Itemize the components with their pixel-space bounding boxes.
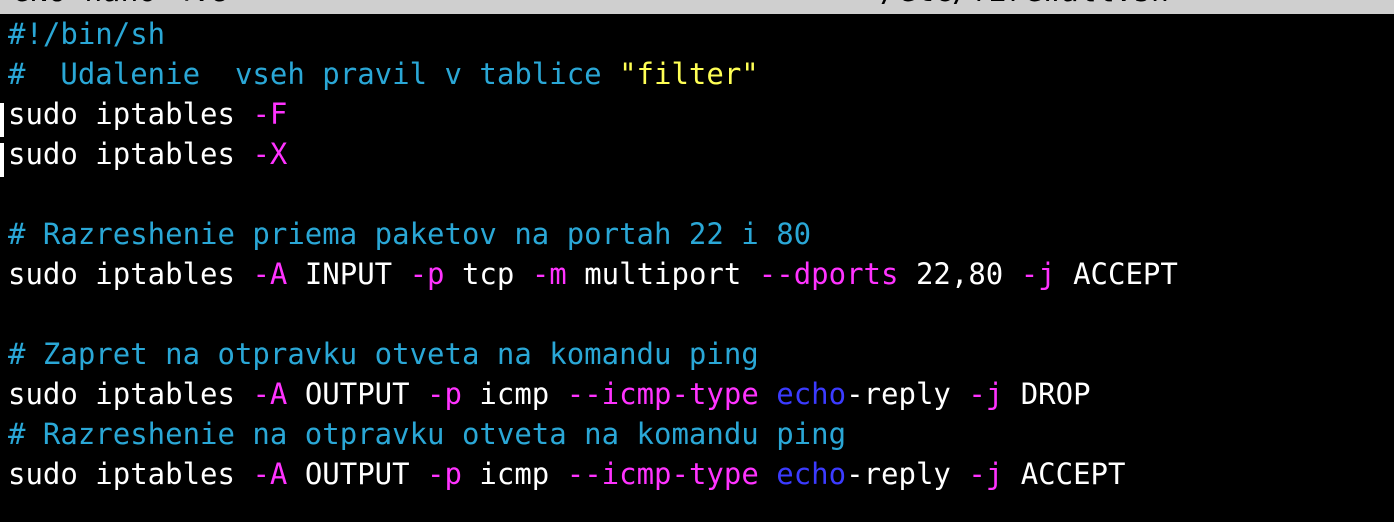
comment-text: # Zapret na otpravku otveta na komandu p… xyxy=(8,337,759,371)
option-flag: -p xyxy=(409,257,445,291)
option-flag: -X xyxy=(252,137,288,171)
editor-version-label: GNU nano 4.8 xyxy=(12,0,229,12)
line-marker xyxy=(0,143,4,177)
option-flag: -F xyxy=(252,97,288,131)
code-line: # Zapret na otpravku otveta na komandu p… xyxy=(8,334,759,374)
code-line: sudo iptables -F xyxy=(8,94,287,134)
code-line: sudo iptables -A OUTPUT -p icmp --icmp-t… xyxy=(8,454,1125,494)
code-text: OUTPUT xyxy=(287,377,428,411)
file-path-label: /etc/firewall.sh xyxy=(880,0,1169,12)
option-flag: -A xyxy=(252,257,288,291)
code-line: # Razreshenie priema paketov na portah 2… xyxy=(8,214,811,254)
option-flag: --dports xyxy=(758,257,899,291)
code-text: OUTPUT xyxy=(287,457,428,491)
code-text: INPUT xyxy=(287,257,410,291)
code-text: sudo iptables xyxy=(8,377,253,411)
comment-text: # Razreshenie na otpravku otveta na koma… xyxy=(8,417,847,451)
option-flag: -A xyxy=(252,377,288,411)
option-flag: -m xyxy=(531,257,567,291)
option-flag: -A xyxy=(252,457,288,491)
text-editor-area[interactable]: #!/bin/sh # Udalenie vseh pravil v tablic… xyxy=(0,14,1394,522)
option-flag: -j xyxy=(968,377,1004,411)
nano-title-bar: GNU nano 4.8 /etc/firewall.sh xyxy=(0,0,1394,14)
comment-text: #!/bin/sh xyxy=(8,17,166,51)
option-flag: --icmp-type xyxy=(566,457,759,491)
code-line: # Razreshenie na otpravku otveta na koma… xyxy=(8,414,846,454)
option-flag: -p xyxy=(427,457,462,491)
comment-text: # Udalenie vseh pravil v tablice xyxy=(8,57,620,91)
code-line: sudo iptables -X xyxy=(8,134,287,174)
keyword-text: echo xyxy=(776,377,847,411)
code-line: sudo iptables -A OUTPUT -p icmp --icmp-t… xyxy=(8,374,1091,414)
code-text: ACCEPT xyxy=(1003,457,1126,491)
keyword-text: echo xyxy=(776,457,847,491)
code-text: 22,80 xyxy=(898,257,1021,291)
code-text: icmp xyxy=(461,377,567,411)
line-marker xyxy=(0,103,4,137)
code-text: tcp xyxy=(444,257,532,291)
option-flag: --icmp-type xyxy=(566,377,759,411)
option-flag: -j xyxy=(968,457,1004,491)
string-literal: "filter" xyxy=(619,57,759,91)
code-text: sudo iptables xyxy=(8,457,253,491)
code-text: sudo iptables xyxy=(8,137,253,171)
code-text: sudo iptables xyxy=(8,257,253,291)
code-line: #!/bin/sh xyxy=(8,14,165,54)
comment-text: # Razreshenie priema paketov na portah 2… xyxy=(8,217,812,251)
code-text: icmp xyxy=(461,457,567,491)
code-line: # Udalenie vseh pravil v tablice "filter… xyxy=(8,54,759,94)
option-flag: -p xyxy=(427,377,462,411)
code-text: -reply xyxy=(846,377,969,411)
code-text: -reply xyxy=(846,457,969,491)
code-line: sudo iptables -A INPUT -p tcp -m multipo… xyxy=(8,254,1178,294)
option-flag: -j xyxy=(1020,257,1056,291)
code-text: sudo iptables xyxy=(8,97,253,131)
code-text: DROP xyxy=(1003,377,1091,411)
code-text: ACCEPT xyxy=(1055,257,1178,291)
code-text: multiport xyxy=(566,257,759,291)
